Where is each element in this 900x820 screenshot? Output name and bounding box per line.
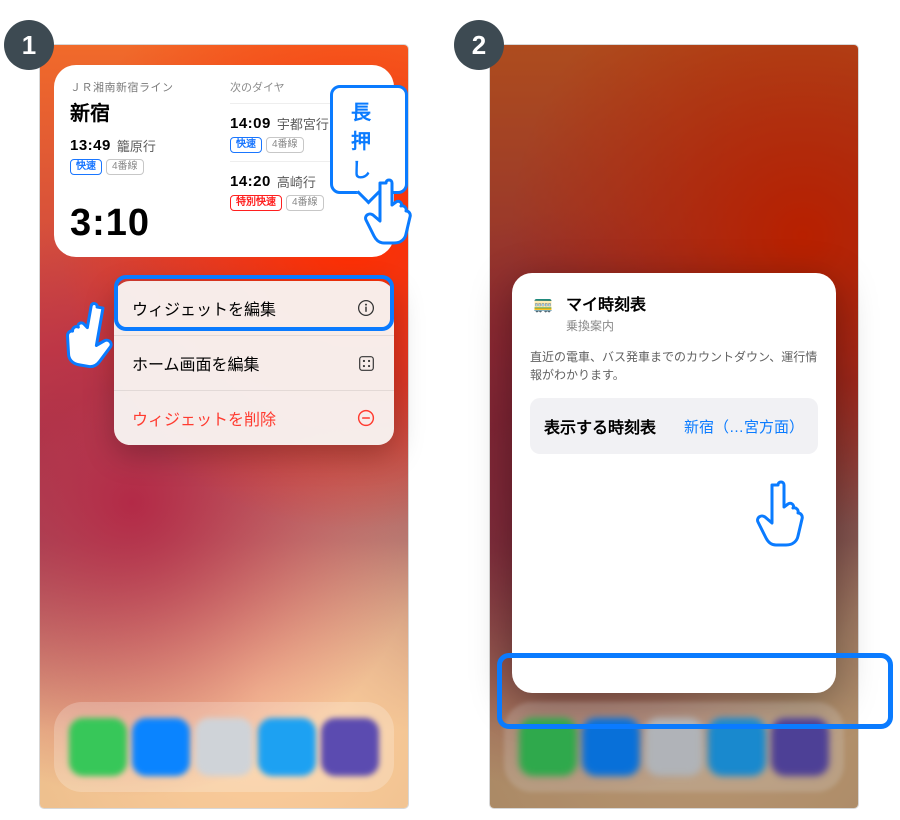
primary-rapid-tag: 快速 [70,159,102,175]
step-badge-2: 2 [454,20,504,70]
primary-dep-dest: 籠原行 [117,136,156,155]
dock-app-1[interactable] [69,718,127,776]
setting-row-timetable[interactable]: 表示する時刻表 新宿（…宮方面） [530,398,818,454]
upcoming-2-platform-tag: 4番線 [286,195,324,211]
phone-screenshot-1: ＪＲ湘南新宿ライン 新宿 13:49 籠原行 快速 4番線 3:10 次のダイヤ… [40,45,408,808]
dock-app-5[interactable] [321,718,379,776]
info-icon [356,298,376,318]
hand-pointer-icon [360,173,430,253]
ctx-remove-widget-label: ウィジェットを削除 [132,406,276,430]
upcoming-1-type-tag: 快速 [230,137,262,153]
upcoming-1-platform-tag: 4番線 [266,137,304,153]
ctx-remove-widget[interactable]: ウィジェットを削除 [114,391,394,445]
countdown: 3:10 [70,202,218,245]
primary-dep-time: 13:49 [70,137,111,154]
ctx-edit-home-label: ホーム画面を編集 [132,351,260,375]
settings-subtitle: 乗換案内 [566,317,646,334]
phone-screenshot-2: 🚃 マイ時刻表 乗換案内 直近の電車、バス発車までのカウントダウン、運行情報がわ… [490,45,858,808]
app-icon: 🚃 [530,291,556,317]
ctx-edit-widget-label: ウィジェットを編集 [132,296,276,320]
upcoming-2-dest: 高崎行 [277,172,316,191]
dock-app-1[interactable] [519,718,577,776]
dock-app-2[interactable] [132,718,190,776]
ctx-edit-home[interactable]: ホーム画面を編集 [114,336,394,391]
setting-row-value: 新宿（…宮方面） [684,416,804,437]
line-name: ＪＲ湘南新宿ライン [70,79,218,95]
apps-grid-icon [356,353,376,373]
hand-pointer-icon [752,475,822,555]
upcoming-2-time: 14:20 [230,173,271,190]
upcoming-1-dest: 宇都宮行 [277,114,329,133]
dock-app-3[interactable] [195,718,253,776]
hand-pointer-icon [42,290,125,381]
settings-description: 直近の電車、バス発車までのカウントダウン、運行情報がわかります。 [530,348,818,384]
station-name: 新宿 [70,97,218,126]
upcoming-1-time: 14:09 [230,115,271,132]
ctx-edit-widget[interactable]: ウィジェットを編集 [114,281,394,336]
dock-app-5[interactable] [771,718,829,776]
widget-context-menu: ウィジェットを編集 ホーム画面を編集 ウィジェットを削除 [114,281,394,445]
dock-app-4[interactable] [258,718,316,776]
setting-row-label: 表示する時刻表 [544,414,656,438]
dock-app-2[interactable] [582,718,640,776]
upcoming-2-type-tag: 特別快速 [230,195,282,211]
settings-title: マイ時刻表 [566,291,646,315]
home-dock [504,702,844,792]
home-dock [54,702,394,792]
primary-platform-tag: 4番線 [106,159,144,175]
minus-circle-icon [356,408,376,428]
dock-app-4[interactable] [708,718,766,776]
step-badge-1: 1 [4,20,54,70]
dock-app-3[interactable] [645,718,703,776]
